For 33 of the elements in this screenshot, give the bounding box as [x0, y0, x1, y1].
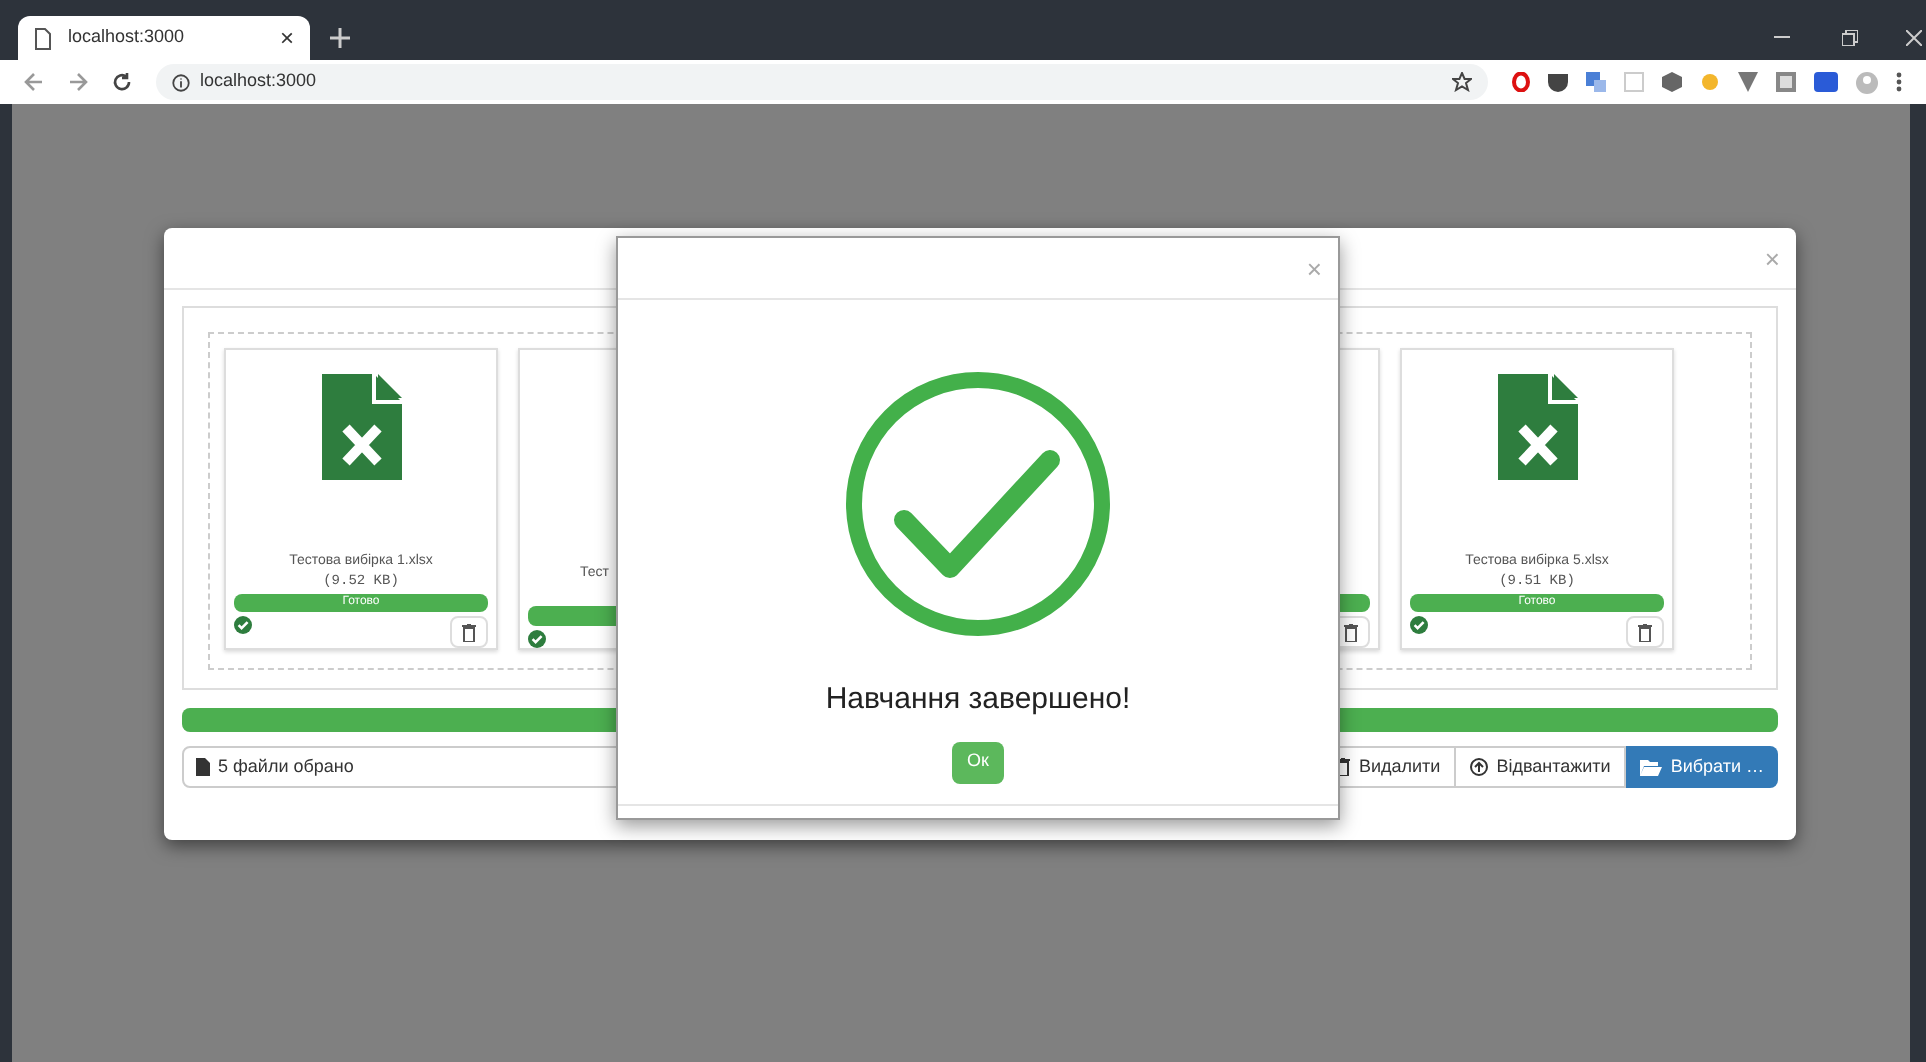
star-icon[interactable] [1452, 72, 1472, 92]
delete-file-button[interactable] [1626, 616, 1664, 648]
close-icon[interactable] [1906, 30, 1922, 46]
file-icon [196, 758, 210, 776]
upload-icon [1470, 758, 1489, 776]
page-icon [34, 27, 52, 49]
delete-file-button[interactable] [450, 616, 488, 648]
upload-button[interactable]: Відвантажити [1456, 746, 1627, 788]
back-icon[interactable] [24, 72, 44, 92]
tab-title: localhost:3000 [68, 24, 187, 51]
new-tab-icon[interactable] [330, 28, 350, 48]
done-icon [1410, 616, 1428, 634]
forward-icon[interactable] [68, 72, 88, 92]
restore-icon[interactable] [1842, 30, 1858, 46]
info-icon [172, 73, 190, 91]
done-icon [234, 616, 252, 634]
url-text: localhost:3000 [200, 68, 317, 95]
browse-button[interactable]: Вибрати … [1626, 746, 1778, 788]
file-caption: 5 файли обрано [218, 753, 354, 780]
excel-file-icon [321, 374, 401, 480]
success-check-icon [844, 370, 1112, 638]
trash-icon [462, 623, 476, 641]
alert-message: Навчання завершено! [825, 680, 1131, 720]
minimize-icon[interactable] [1774, 36, 1790, 40]
trash-icon [1344, 623, 1358, 641]
excel-file-icon [1497, 374, 1577, 480]
tab-close-button[interactable]: × [279, 26, 294, 50]
folder-icon [1640, 759, 1663, 775]
menu-icon[interactable] [1896, 72, 1902, 92]
address-bar[interactable]: localhost:3000 [156, 64, 1488, 100]
trash-icon [1638, 623, 1652, 641]
reload-icon[interactable] [112, 72, 132, 92]
browser-tab[interactable]: localhost:3000 × [18, 16, 310, 60]
